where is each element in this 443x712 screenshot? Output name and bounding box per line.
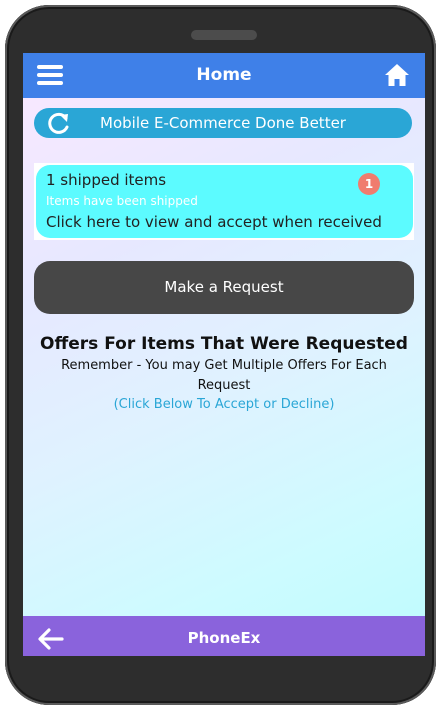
home-icon[interactable] <box>383 62 411 88</box>
banner-label: Mobile E-Commerce Done Better <box>100 114 346 132</box>
notification-badge: 1 <box>358 173 380 195</box>
app-screen: Home Mobile E-Commerce Done Better 1 shi… <box>23 53 425 656</box>
offers-heading: Offers For Items That Were Requested <box>40 334 408 354</box>
shipped-items-card[interactable]: 1 shipped items Items have been shipped … <box>36 165 413 238</box>
app-name-label: PhoneEx <box>187 629 261 647</box>
top-navigation-bar: Home <box>23 53 425 98</box>
offers-hint: (Click Below To Accept or Decline) <box>113 397 335 412</box>
make-request-button[interactable]: Make a Request <box>34 261 414 314</box>
offers-subtitle: Remember - You may Get Multiple Offers F… <box>61 358 387 393</box>
phone-frame: Home Mobile E-Commerce Done Better 1 shi… <box>5 5 436 705</box>
shipped-items-action: Click here to view and accept when recei… <box>46 213 382 231</box>
page-title: Home <box>196 65 252 85</box>
speaker-grille <box>191 30 257 40</box>
tagline-banner[interactable]: Mobile E-Commerce Done Better <box>34 108 412 138</box>
shipped-items-title: 1 shipped items <box>46 171 167 189</box>
shipped-items-subtitle: Items have been shipped <box>46 194 198 208</box>
bottom-navigation-bar: PhoneEx <box>23 616 425 656</box>
